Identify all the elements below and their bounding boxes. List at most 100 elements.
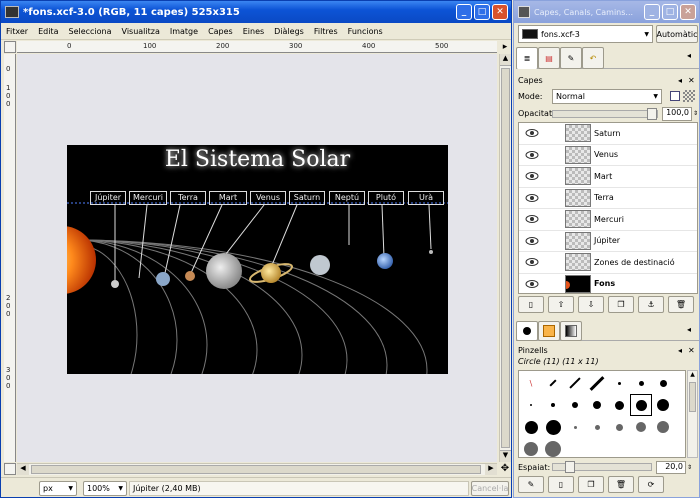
panel-menu-icon[interactable]: ◂ [678, 346, 688, 355]
menu-filtres[interactable]: Filtres [309, 27, 343, 36]
spinner-arrows-icon[interactable]: ⇕ [693, 110, 698, 117]
brush-cell[interactable] [586, 372, 608, 394]
menu-funcions[interactable]: Funcions [343, 27, 388, 36]
spinner-arrows-icon[interactable]: ⇕ [687, 464, 692, 471]
brush-cell[interactable] [630, 416, 652, 438]
eye-icon[interactable] [525, 150, 539, 159]
eye-icon[interactable] [525, 258, 539, 267]
eye-icon[interactable] [525, 215, 539, 224]
ruler-corner-button[interactable] [4, 41, 16, 53]
horizontal-scrollbar[interactable]: ◀ ▶ [17, 463, 497, 475]
eye-icon[interactable] [525, 172, 539, 181]
brush-grid-scrollbar[interactable]: ▲ [687, 370, 698, 458]
zoom-select[interactable]: 100% ▼ [83, 481, 127, 496]
mode-select[interactable]: Normal ▼ [552, 88, 662, 104]
menu-imatge[interactable]: Imatge [165, 27, 203, 36]
spacing-slider[interactable] [552, 461, 652, 473]
scroll-up-button[interactable]: ▲ [688, 371, 697, 381]
maximize-button[interactable]: □ [662, 4, 678, 20]
channels-tab-icon[interactable]: ▤ [538, 47, 560, 69]
panel-menu-icon[interactable]: ◂ [687, 325, 699, 337]
refresh-brushes-button[interactable]: ⟳ [638, 476, 664, 493]
eye-icon[interactable] [525, 193, 539, 202]
layer-row-selected[interactable]: Fons [519, 273, 697, 293]
delete-brush-button[interactable]: 🗑 [608, 476, 634, 493]
image-selector[interactable]: fons.xcf-3 ▼ [518, 25, 653, 43]
canvas-area[interactable]: El Sistema Solar Júpiter Mercuri Terra M… [17, 54, 497, 462]
brush-cell[interactable] [608, 394, 630, 416]
undo-history-tab-icon[interactable]: ↶ [582, 47, 604, 69]
opacity-slider-handle[interactable] [646, 107, 657, 120]
panel-menu-icon[interactable]: ◂ [678, 76, 688, 85]
menu-selecciona[interactable]: Selecciona [63, 27, 116, 36]
quick-mask-button[interactable] [4, 463, 16, 475]
close-button[interactable]: ✕ [680, 4, 696, 20]
panel-menu-icon[interactable]: ◂ [687, 51, 699, 63]
brush-cell-selected[interactable] [630, 394, 652, 416]
ruler-left[interactable]: 0 1 0 0 2 0 0 3 0 0 [4, 54, 16, 462]
brush-cell[interactable] [520, 438, 542, 457]
horizontal-scroll-thumb[interactable] [31, 465, 481, 474]
brush-cell[interactable] [586, 416, 608, 438]
scroll-left-button[interactable]: ◀ [17, 464, 29, 475]
menu-fitxer[interactable]: Fitxer [1, 27, 33, 36]
unit-select[interactable]: px ▼ [39, 481, 77, 496]
patterns-tab-icon[interactable] [538, 321, 560, 341]
duplicate-layer-button[interactable]: ❐ [608, 296, 634, 313]
vertical-scrollbar[interactable]: ▲ ▼ [499, 54, 511, 462]
brush-cell[interactable] [542, 438, 564, 457]
brushes-tab-icon[interactable] [516, 321, 538, 341]
menu-capes[interactable]: Capes [203, 27, 238, 36]
brush-scroll-thumb[interactable] [689, 382, 696, 412]
brush-cell[interactable] [630, 372, 652, 394]
menu-edita[interactable]: Edita [33, 27, 63, 36]
layer-row[interactable]: Venus [519, 144, 697, 166]
layer-row[interactable]: Terra [519, 187, 697, 209]
layer-row[interactable]: Mercuri [519, 209, 697, 231]
menu-visualitza[interactable]: Visualitza [117, 27, 165, 36]
brush-cell[interactable] [652, 394, 674, 416]
minimize-button[interactable]: _ [456, 4, 472, 20]
spacing-slider-handle[interactable] [565, 461, 575, 473]
layer-row[interactable]: Saturn [519, 123, 697, 145]
brush-cell[interactable] [608, 416, 630, 438]
lower-layer-button[interactable]: ⇩ [578, 296, 604, 313]
opacity-slider[interactable] [552, 107, 658, 120]
cancel-button[interactable]: Cancel·la [471, 481, 509, 496]
eye-icon[interactable] [525, 129, 539, 138]
brush-cell[interactable] [564, 372, 586, 394]
layer-row[interactable]: Zones de destinació [519, 252, 697, 274]
brush-cell[interactable] [652, 416, 674, 438]
paths-tab-icon[interactable]: ✎ [560, 47, 582, 69]
layer-row[interactable]: Mart [519, 166, 697, 188]
auto-button[interactable]: Automàtic [656, 25, 698, 43]
opacity-input[interactable]: 100,0 [661, 106, 692, 121]
delete-layer-button[interactable]: 🗑 [668, 296, 694, 313]
brush-cell[interactable] [542, 372, 564, 394]
eye-icon[interactable] [525, 279, 539, 288]
scroll-down-button[interactable]: ▼ [500, 450, 511, 462]
raise-layer-button[interactable]: ⇧ [548, 296, 574, 313]
minimize-button[interactable]: _ [644, 4, 660, 20]
scroll-up-button[interactable]: ▲ [500, 54, 511, 66]
brush-cell[interactable] [564, 416, 586, 438]
layer-row[interactable]: Júpiter [519, 230, 697, 252]
brush-cell[interactable] [586, 394, 608, 416]
menu-dialegs[interactable]: Diàlegs [269, 27, 309, 36]
menu-eines[interactable]: Eines [238, 27, 269, 36]
scroll-right-button[interactable]: ▶ [485, 464, 497, 475]
close-button[interactable]: ✕ [492, 4, 508, 20]
gradients-tab-icon[interactable] [560, 321, 582, 341]
brush-cell[interactable] [608, 372, 630, 394]
dock-titlebar[interactable]: Capes, Canals, Camins... _ □ ✕ [514, 1, 699, 23]
duplicate-brush-button[interactable]: ❐ [578, 476, 604, 493]
maximize-button[interactable]: □ [474, 4, 490, 20]
close-tab-icon[interactable]: ✕ [688, 76, 698, 85]
canvas-image[interactable]: El Sistema Solar Júpiter Mercuri Terra M… [67, 145, 448, 374]
brush-cell[interactable] [520, 416, 542, 438]
move-navigate-icon[interactable]: ✥ [499, 463, 511, 475]
anchor-layer-button[interactable]: ⚓ [638, 296, 664, 313]
new-layer-button[interactable]: ▯ [518, 296, 544, 313]
image-window-titlebar[interactable]: *fons.xcf-3.0 (RGB, 11 capes) 525x315 _ … [1, 1, 511, 23]
brush-cell[interactable] [564, 394, 586, 416]
